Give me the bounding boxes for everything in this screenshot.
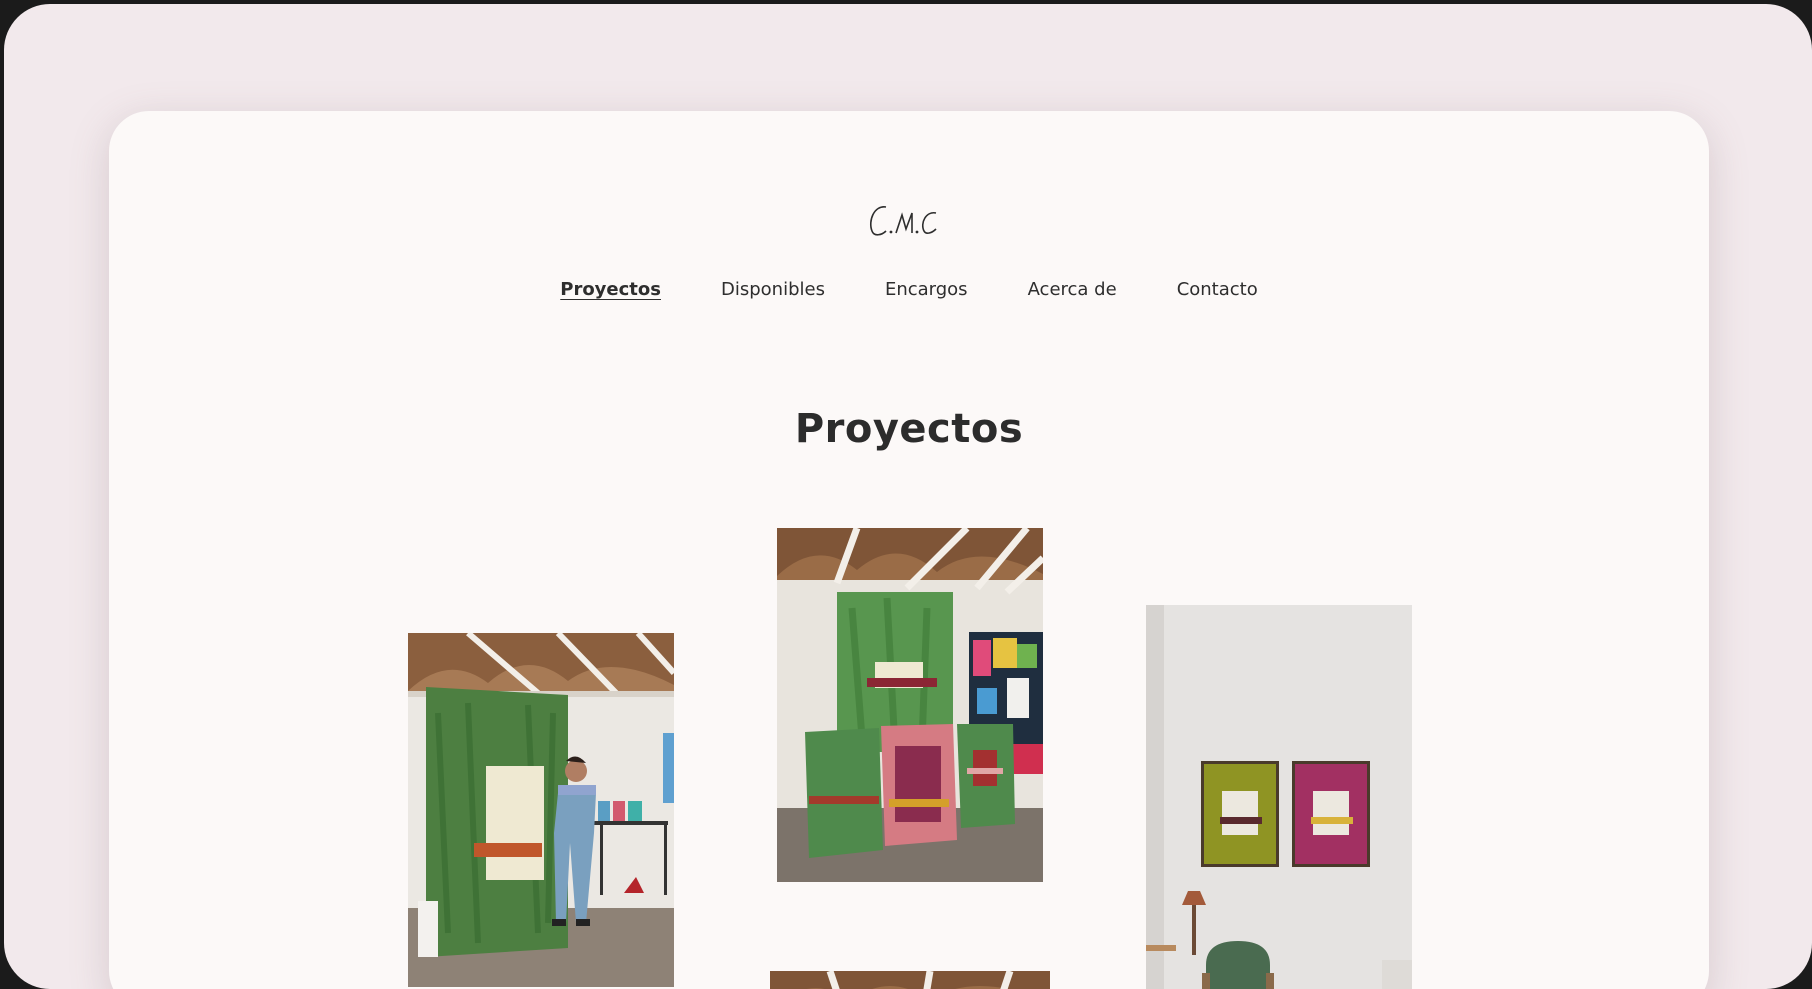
project-photo-3[interactable] xyxy=(1146,605,1412,989)
project-image-1 xyxy=(408,633,674,987)
site-logo[interactable] xyxy=(864,191,954,251)
browser-frame: Proyectos Disponibles Encargos Acerca de… xyxy=(4,4,1812,989)
page-card: Proyectos Disponibles Encargos Acerca de… xyxy=(109,111,1709,989)
project-photo-1[interactable] xyxy=(408,633,674,987)
nav-proyectos[interactable]: Proyectos xyxy=(560,279,661,300)
nav-acerca-de[interactable]: Acerca de xyxy=(1028,279,1117,300)
project-image-4 xyxy=(770,971,1050,989)
nav-disponibles[interactable]: Disponibles xyxy=(721,279,825,300)
nav-encargos[interactable]: Encargos xyxy=(885,279,968,300)
page-title: Proyectos xyxy=(794,406,1024,452)
project-photo-2[interactable] xyxy=(777,528,1043,882)
project-photo-4[interactable] xyxy=(770,971,1050,989)
main-nav: Proyectos Disponibles Encargos Acerca de… xyxy=(109,279,1709,300)
nav-contacto[interactable]: Contacto xyxy=(1177,279,1258,300)
project-image-2 xyxy=(777,528,1043,882)
project-image-3 xyxy=(1146,605,1412,989)
